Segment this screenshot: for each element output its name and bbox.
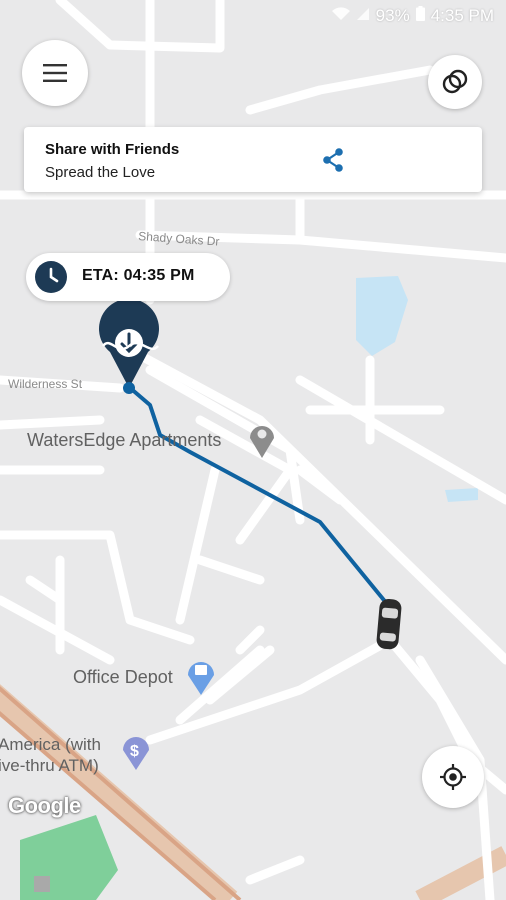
eta-badge: ETA: 04:35 PM bbox=[26, 253, 230, 301]
menu-button[interactable] bbox=[22, 40, 88, 106]
battery-icon bbox=[415, 6, 425, 26]
clock-time: 4:35 PM bbox=[430, 6, 494, 25]
map-label-bank-line2: ive-thru ATM) bbox=[0, 756, 99, 775]
map-label-bank: America (with ive-thru ATM) bbox=[0, 734, 101, 776]
map-label-office-depot: Office Depot bbox=[73, 667, 173, 687]
my-location-button[interactable] bbox=[422, 746, 484, 808]
status-bar: 93% 4:35 PM bbox=[331, 6, 494, 26]
map-label-bank-line1: America (with bbox=[0, 735, 101, 754]
street-label-wilderness: Wilderness St bbox=[8, 377, 83, 391]
svg-text:$: $ bbox=[130, 743, 139, 760]
share-card-title: Share with Friends bbox=[45, 141, 180, 158]
share-card[interactable]: Share with Friends Spread the Love bbox=[24, 127, 482, 192]
layers-icon bbox=[442, 69, 468, 94]
map-label-apartments: WatersEdge Apartments bbox=[27, 430, 222, 450]
my-location-icon bbox=[440, 764, 466, 790]
share-card-subtitle: Spread the Love bbox=[45, 164, 156, 181]
google-attribution: Google bbox=[8, 793, 81, 818]
eta-label: ETA: 04:35 PM bbox=[82, 267, 195, 284]
battery-percent: 93% bbox=[375, 6, 410, 25]
water-small bbox=[445, 488, 478, 502]
hamburger-menu-icon bbox=[43, 64, 67, 82]
car-icon bbox=[376, 598, 402, 650]
clock-icon bbox=[35, 261, 67, 293]
signal-icon bbox=[356, 6, 370, 26]
wifi-icon bbox=[331, 6, 350, 26]
map-layers-button[interactable] bbox=[428, 55, 482, 109]
share-icon[interactable] bbox=[320, 147, 346, 173]
